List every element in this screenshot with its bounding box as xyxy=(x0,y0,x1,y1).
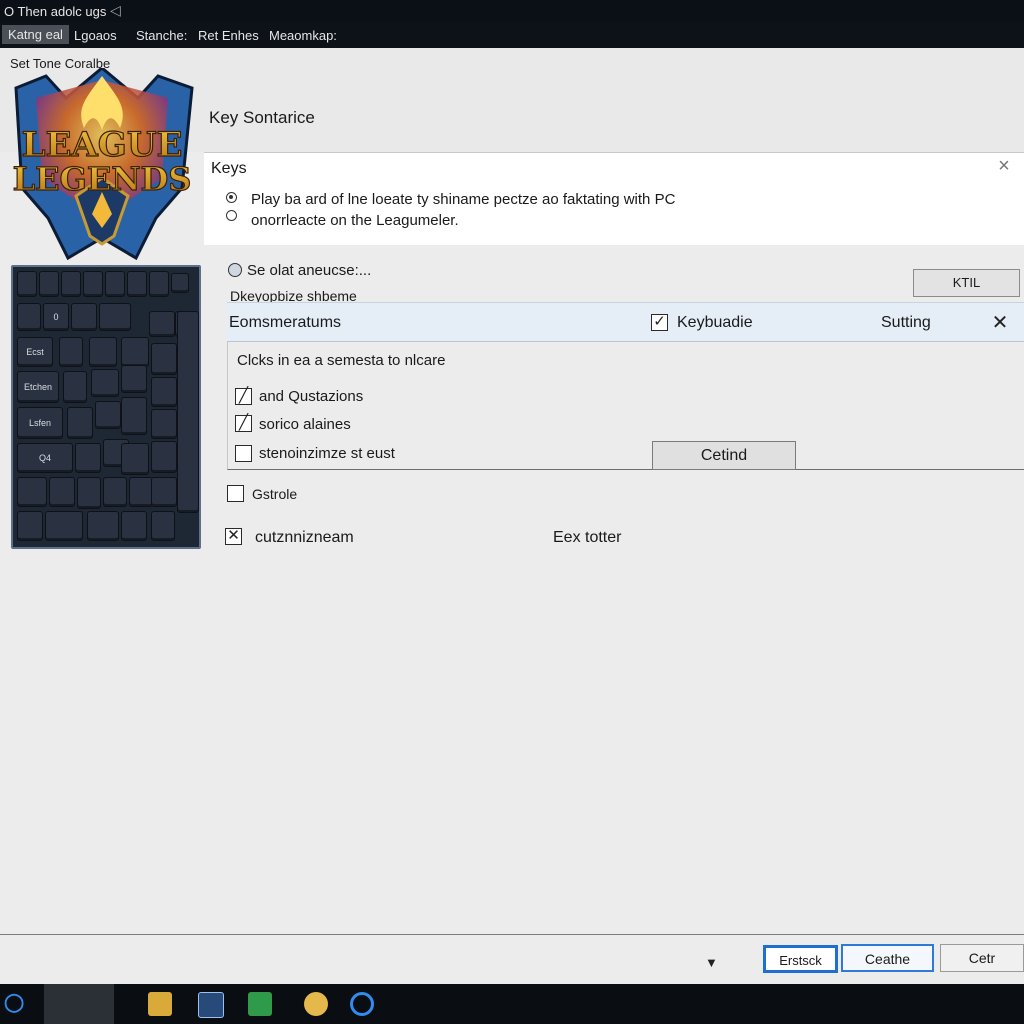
close-icon[interactable]: × xyxy=(994,156,1014,176)
spreadsheet-icon[interactable] xyxy=(248,992,272,1016)
keys-option-1-label: Play ba ard of lne loeate ty shiname pec… xyxy=(251,191,676,208)
keyboard-image: 0 Ecst Etchen Lsfen Q4 xyxy=(11,265,201,549)
option-checkbox-1-label: and Qustazions xyxy=(259,388,364,405)
keyboard-toggle-checkbox[interactable]: ✓ xyxy=(651,314,668,331)
select-arrangement-radio[interactable] xyxy=(228,263,242,277)
start-icon[interactable]: ◯ xyxy=(4,992,24,1013)
taskbar-active-slot[interactable] xyxy=(44,984,114,1024)
keyboard-key-ecst: Ecst xyxy=(17,337,53,367)
folder-icon[interactable] xyxy=(148,992,172,1016)
menu-bar: Katng eal Lgoaos Stanche: Ret Enhes Meao… xyxy=(0,22,1024,48)
extra-text: Eex totter xyxy=(553,529,622,546)
ktil-button[interactable]: KTIL xyxy=(913,269,1020,297)
cutznnizneam-checkbox[interactable]: ✕ xyxy=(225,528,242,545)
logo-league-text: LEAGUE xyxy=(22,125,183,165)
menu-item-1[interactable]: Katng eal xyxy=(2,25,69,44)
keyboard-key-etchen: Etchen xyxy=(17,371,59,403)
menu-item-3[interactable]: Stanche: xyxy=(136,28,187,43)
section-title: Key Sontarice xyxy=(209,108,315,127)
window-title: O Then adolc ugs xyxy=(4,4,107,19)
keys-option-2-label: onorrleacte on the Leagumeler. xyxy=(251,212,459,229)
footer-button-1[interactable]: Erstsck xyxy=(763,945,838,973)
gstrole-label: Gstrole xyxy=(252,486,298,502)
menu-item-2[interactable]: Lgoaos xyxy=(74,28,117,43)
mouse-cursor-icon: ▼ xyxy=(705,955,718,970)
keys-option-1-radio[interactable] xyxy=(226,192,237,203)
keyboard-toggle-label: Keybuadie xyxy=(677,314,753,331)
menu-item-4[interactable]: Ret Enhes xyxy=(198,28,259,43)
edge-browser-icon[interactable] xyxy=(350,992,374,1016)
gstrole-checkbox[interactable] xyxy=(227,485,244,502)
close-icon[interactable]: ✕ xyxy=(989,312,1011,334)
setting-label: Sutting xyxy=(881,314,931,331)
footer-divider xyxy=(0,934,1024,935)
window-title-bar: O Then adolc ugs ◁ xyxy=(0,0,1024,22)
inner-dialog-title: Eomsmeratums xyxy=(229,314,342,331)
keys-option-2-radio[interactable] xyxy=(226,210,237,221)
keyboard-key-lsfen: Lsfen xyxy=(17,407,63,439)
app-icon[interactable] xyxy=(198,992,224,1018)
league-of-legends-logo: LEAGUE LEGENDS xyxy=(12,68,194,261)
back-arrow-icon[interactable]: ◁ xyxy=(110,2,121,19)
instructions-text: Clcks in ea a semesta to nlcare xyxy=(237,352,446,369)
cutznnizneam-label: cutznnizneam xyxy=(255,529,354,546)
menu-item-5[interactable]: Meaomkap: xyxy=(269,28,337,43)
keyboard-key-q4: Q4 xyxy=(17,443,73,473)
option-checkbox-1[interactable]: ╱ xyxy=(235,388,252,405)
footer-button-2[interactable]: Ceathe xyxy=(841,944,934,972)
footer-button-3[interactable]: Cetr xyxy=(940,944,1024,972)
keys-panel-title: Keys xyxy=(211,160,247,177)
option-checkbox-2[interactable]: ╱ xyxy=(235,415,252,432)
option-checkbox-3[interactable] xyxy=(235,445,252,462)
option-checkbox-2-label: sorico alaines xyxy=(259,416,351,433)
logo-legends-text: LEGENDS xyxy=(13,160,192,198)
select-arrangement-label: Se olat aneucse:... xyxy=(247,262,372,279)
option-checkbox-3-label: stenoinzimze st eust xyxy=(259,445,395,462)
cetind-button[interactable]: Cetind xyxy=(652,441,796,470)
triangle-app-icon[interactable] xyxy=(304,992,328,1016)
keyboard-key-0: 0 xyxy=(43,303,69,331)
